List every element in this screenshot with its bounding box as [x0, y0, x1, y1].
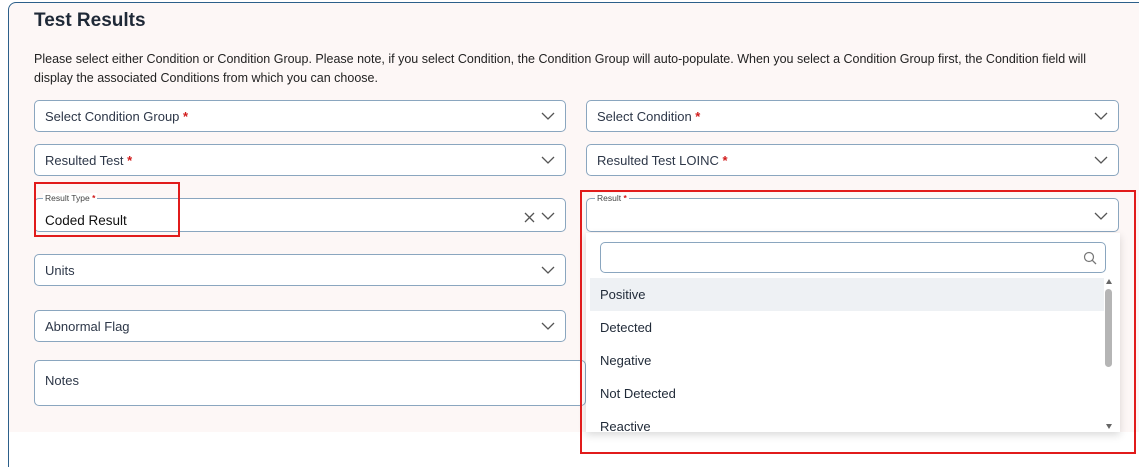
- highlight-box-result-type: [34, 182, 180, 237]
- resulted-test-label: Resulted Test *: [45, 153, 133, 168]
- chevron-down-icon[interactable]: [541, 266, 555, 275]
- notes-label: Notes: [45, 373, 79, 388]
- chevron-down-icon[interactable]: [541, 112, 555, 121]
- resulted-test-dropdown[interactable]: Resulted Test *: [34, 144, 566, 176]
- abnormal-flag-label: Abnormal Flag: [45, 319, 130, 334]
- resulted-test-loinc-dropdown[interactable]: Resulted Test LOINC *: [586, 144, 1119, 176]
- units-label: Units: [45, 263, 75, 278]
- chevron-down-icon[interactable]: [541, 212, 555, 221]
- section-instructions: Please select either Condition or Condit…: [34, 52, 1086, 85]
- chevron-down-icon[interactable]: [1094, 112, 1108, 121]
- highlight-box-result: [580, 190, 1136, 454]
- chevron-down-icon[interactable]: [541, 156, 555, 165]
- notes-textarea[interactable]: Notes: [34, 360, 586, 406]
- select-condition-group-dropdown[interactable]: Select Condition Group *: [34, 100, 566, 132]
- section-title: Test Results: [34, 10, 146, 31]
- chevron-down-icon[interactable]: [1094, 156, 1108, 165]
- condition-label: Select Condition *: [597, 109, 701, 124]
- select-condition-dropdown[interactable]: Select Condition *: [586, 100, 1119, 132]
- condition-group-label: Select Condition Group *: [45, 109, 189, 124]
- abnormal-flag-dropdown[interactable]: Abnormal Flag: [34, 310, 566, 342]
- close-icon[interactable]: [524, 212, 535, 223]
- units-dropdown[interactable]: Units: [34, 254, 566, 286]
- resulted-test-loinc-label: Resulted Test LOINC *: [597, 153, 728, 168]
- chevron-down-icon[interactable]: [541, 322, 555, 331]
